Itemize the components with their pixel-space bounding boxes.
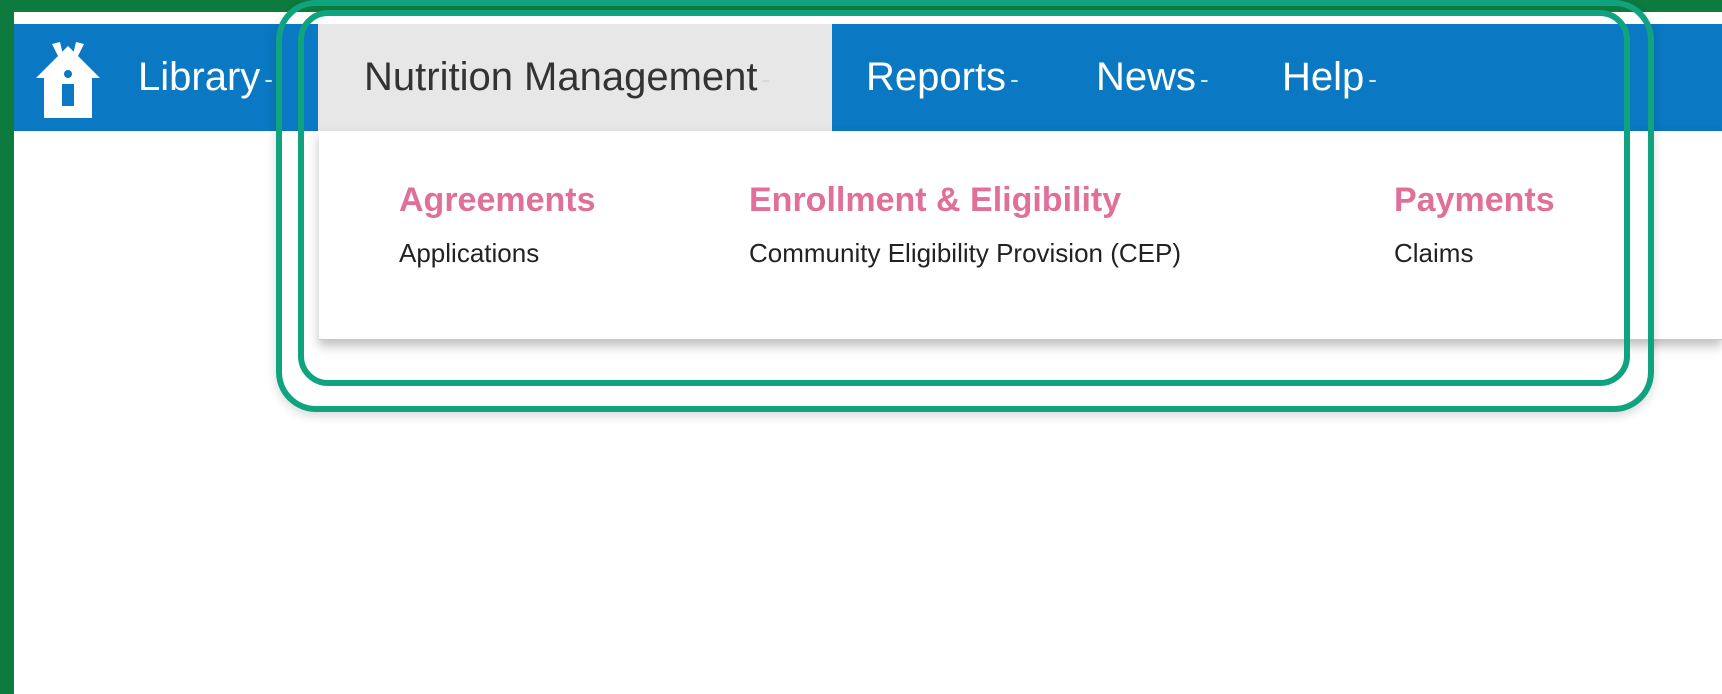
nav-library-label: Library [138,55,261,99]
home-logo-icon[interactable] [30,38,106,120]
highlight-outline-inner [298,10,1630,386]
caret-down-icon: - [264,64,273,94]
nav-library[interactable]: Library - [138,24,273,131]
